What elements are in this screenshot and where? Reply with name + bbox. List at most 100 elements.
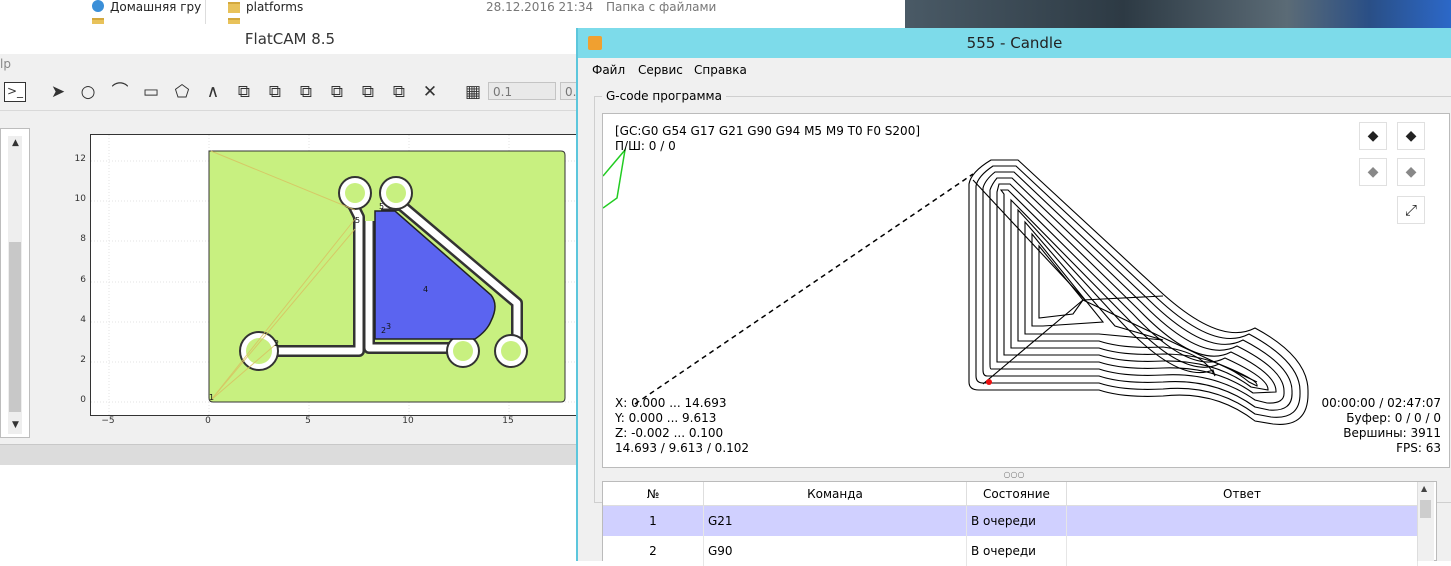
x-tick-label: 10: [402, 416, 414, 426]
cell-state: В очереди: [967, 536, 1067, 566]
table-row[interactable]: 1 G21 В очереди: [603, 506, 1418, 536]
y-tick-label: 2: [80, 355, 86, 365]
union-icon[interactable]: ⧉: [232, 80, 256, 104]
view-top-icon[interactable]: ◆: [1397, 122, 1425, 150]
pointer-icon[interactable]: ➤: [46, 80, 70, 104]
table-scrollbar-thumb[interactable]: [1420, 500, 1431, 518]
status-bar: [0, 444, 580, 465]
cell-number: 1: [603, 506, 704, 536]
rapid-move-line: [634, 173, 974, 405]
menu-help[interactable]: Справка: [694, 63, 747, 77]
x-tick-label: 0: [205, 416, 211, 426]
arc-icon[interactable]: ⌒: [108, 80, 132, 104]
status-spindle-feed: П/Ш: 0 / 0: [615, 139, 676, 153]
col-header-command[interactable]: Команда: [704, 482, 967, 506]
z-range: Z: -0.002 ... 0.100: [615, 426, 724, 440]
polygon-icon[interactable]: ⬠: [170, 80, 194, 104]
background-photo: [905, 0, 1451, 28]
tool-position-marker: [986, 379, 992, 385]
path-label: 2: [381, 326, 386, 335]
col-header-response[interactable]: Ответ: [1067, 482, 1418, 506]
grid-snap-icon[interactable]: ▦: [461, 80, 485, 104]
x-tick-label: 5: [305, 416, 311, 426]
cell-state: В очереди: [967, 506, 1067, 536]
cell-command: G90: [704, 536, 967, 566]
nav-item-homegroup[interactable]: Домашняя гру: [110, 0, 201, 14]
buffer-icon[interactable]: ⧉: [387, 80, 411, 104]
table-scrollbar[interactable]: [1417, 482, 1434, 561]
program-size: 14.693 / 9.613 / 0.102: [615, 441, 750, 455]
status-gcode-state: [GC:G0 G54 G17 G21 G90 G94 M5 M9 T0 F0 S…: [615, 124, 921, 138]
path-label: 1: [209, 393, 214, 402]
view-left-icon[interactable]: ◆: [1397, 158, 1425, 186]
file-explorer-window: Домашняя гру platforms 28.12.2016 21:34 …: [0, 0, 900, 26]
cell-response: [1067, 536, 1418, 566]
table-row[interactable]: 2 G90 В очереди: [603, 536, 1418, 566]
copy-icon[interactable]: ⧉: [325, 80, 349, 104]
y-range: Y: 0.000 ... 9.613: [615, 411, 717, 425]
cell-command: G21: [704, 506, 967, 536]
geometry-plot: 1 2 3 4 5 5 2: [91, 135, 581, 417]
toolpath-lines: [968, 159, 1309, 425]
x-range: X: 0.000 ... 14.693: [615, 396, 727, 410]
grid-x-input[interactable]: 0.1: [488, 82, 556, 100]
y-tick-label: 6: [80, 275, 86, 285]
menu-service[interactable]: Сервис: [638, 63, 683, 77]
vertex-count: Вершины: 3911: [1343, 426, 1441, 440]
y-tick-label: 8: [80, 234, 86, 244]
y-tick-label: 0: [80, 395, 86, 405]
y-tick-label: 4: [80, 315, 86, 325]
menu-bar: Файл Сервис Справка: [578, 58, 1451, 82]
path-label: 4: [423, 285, 428, 294]
intersect-icon[interactable]: ⧉: [294, 80, 318, 104]
cell-number: 2: [603, 536, 704, 566]
candle-window: 555 - Candle Файл Сервис Справка G-code …: [576, 28, 1451, 566]
file-name[interactable]: platforms: [246, 0, 303, 14]
scroll-down-icon[interactable]: ▼: [12, 420, 19, 430]
menu-bar: lp: [0, 54, 580, 74]
col-header-state[interactable]: Состояние: [967, 482, 1067, 506]
explorer-row[interactable]: Домашняя гру platforms 28.12.2016 21:34 …: [0, 0, 900, 14]
gcode-3d-viewer[interactable]: [GC:G0 G54 G17 G21 G90 G94 M5 M9 T0 F0 S…: [602, 113, 1450, 468]
shell-icon[interactable]: >_: [4, 82, 26, 102]
origin-marker: [603, 147, 627, 209]
elapsed-time: 00:00:00 / 02:47:07: [1321, 396, 1441, 410]
y-tick-label: 12: [74, 154, 86, 164]
plot-canvas[interactable]: 1 2 3 4 5 5 2: [90, 134, 581, 417]
homegroup-icon: [92, 0, 104, 12]
window-title: 555 - Candle: [578, 28, 1451, 58]
menu-file[interactable]: Файл: [592, 63, 625, 77]
move-icon[interactable]: ⧉: [356, 80, 380, 104]
col-header-number[interactable]: №: [603, 482, 704, 506]
x-tick-label: −5: [101, 416, 115, 426]
path-label: 5: [379, 202, 384, 211]
path-label: 5: [355, 216, 360, 225]
path-label: 3: [386, 322, 391, 331]
file-type: Папка с файлами: [606, 0, 717, 14]
file-date: 28.12.2016 21:34: [486, 0, 594, 14]
toolbar: >_ ➤ ○ ⌒ ▭ ⬠ ∧ ⧉ ⧉ ⧉ ⧉ ⧉ ⧉ ✕ ▦ 0.1 0.1: [0, 74, 584, 111]
delete-icon[interactable]: ✕: [418, 80, 442, 104]
splitter-handle[interactable]: ○○○: [1002, 470, 1026, 479]
menu-help-fragment[interactable]: lp: [0, 57, 11, 71]
x-tick-label: 15: [502, 416, 514, 426]
subtract-icon[interactable]: ⧉: [263, 80, 287, 104]
view-iso-icon[interactable]: ◆: [1359, 122, 1387, 150]
scroll-up-icon[interactable]: ▲: [1421, 484, 1427, 493]
folder-icon: [228, 2, 240, 13]
path-label: 2: [274, 339, 279, 348]
gcode-table: № Команда Состояние Ответ 1 G21 В очеред…: [602, 481, 1437, 566]
project-scrollbar-thumb[interactable]: [9, 242, 21, 412]
y-tick-label: 10: [74, 194, 86, 204]
group-label: G-code программа: [602, 89, 726, 103]
scroll-up-icon[interactable]: ▲: [12, 138, 19, 148]
app-icon[interactable]: [588, 36, 602, 50]
path-icon[interactable]: ∧: [201, 80, 225, 104]
circle-icon[interactable]: ○: [76, 80, 100, 104]
toolpath-drawing: [603, 147, 1309, 425]
rectangle-icon[interactable]: ▭: [139, 80, 163, 104]
view-front-icon[interactable]: ◆: [1359, 158, 1387, 186]
flatcam-window: FlatCAM 8.5 lp >_ ➤ ○ ⌒ ▭ ⬠ ∧ ⧉ ⧉ ⧉ ⧉ ⧉ …: [0, 24, 584, 465]
fit-icon[interactable]: ⤢: [1397, 196, 1425, 224]
window-title: FlatCAM 8.5: [0, 24, 580, 54]
